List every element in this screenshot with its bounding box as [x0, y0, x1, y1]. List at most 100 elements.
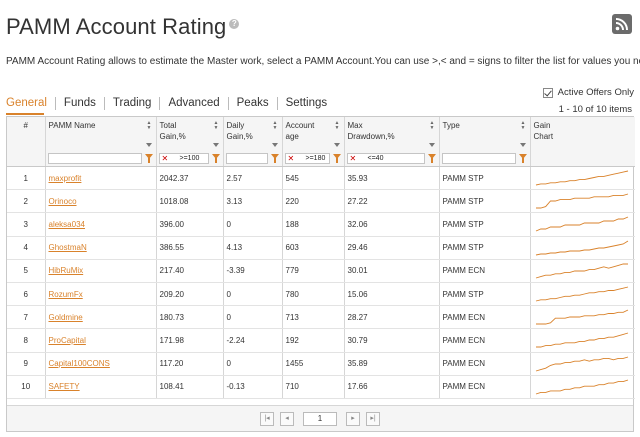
cell-max-drawdown: 35.93 — [344, 166, 440, 191]
pamm-name-link[interactable]: Capital100CONS — [49, 359, 110, 368]
filter-funnel-icon[interactable] — [270, 154, 279, 163]
filter-funnel-icon[interactable] — [211, 154, 220, 163]
col-header-max-drawdown[interactable]: Max Drawdown,% ▲ ▼ — [344, 117, 440, 151]
pamm-name-link[interactable]: Orinoco — [49, 197, 77, 206]
help-icon[interactable]: ? — [229, 18, 240, 29]
pamm-name-link[interactable]: GhostmaN — [49, 243, 87, 252]
col-num-label: # — [23, 121, 28, 130]
rating-grid: # PAMM Name ▲ ▼ Total Gain,% ▲ ▼ Daily Gain,% ▲… — [6, 116, 635, 432]
pamm-name-link[interactable]: ProCapital — [49, 336, 86, 345]
cell-account-age: 603 — [282, 236, 345, 260]
sort-arrows-icon[interactable]: ▲ ▼ — [147, 121, 152, 131]
cell-gain-chart — [530, 259, 635, 283]
table-row[interactable]: 3 aleksa034 396.00 0 188 32.06 PAMM STP — [7, 212, 635, 237]
filter-name-input[interactable] — [47, 153, 153, 164]
filter-funnel-icon[interactable] — [427, 154, 436, 163]
sort-arrows-icon[interactable]: ▲ ▼ — [335, 121, 340, 131]
active-offers-toggle[interactable]: Active Offers Only — [542, 87, 634, 98]
cell-max-drawdown: 28.27 — [344, 305, 440, 330]
gain-sparkline — [535, 193, 628, 209]
col-header-total-gain[interactable]: Total Gain,% ▲ ▼ — [156, 117, 224, 151]
cell-daily-gain: 0 — [223, 212, 283, 237]
table-row[interactable]: 5 HibRuMix 217.40 -3.39 779 30.01 PAMM ECN — [7, 259, 635, 283]
col-header-num: # — [7, 117, 46, 151]
pamm-name-link[interactable]: HibRuMix — [49, 266, 84, 275]
col-header-name[interactable]: PAMM Name ▲ ▼ — [45, 117, 157, 151]
filter-max-drawdown-input[interactable]: ✕ <=40 — [346, 153, 436, 164]
cell-account-age: 545 — [282, 166, 345, 191]
filter-total-gain-input[interactable]: ✕ >=100 — [158, 153, 220, 164]
table-row[interactable]: 2 Orinoco 1018.08 3.13 220 27.22 PAMM STP — [7, 189, 635, 214]
page-number-input[interactable]: 1 — [303, 411, 337, 426]
pamm-name-link[interactable]: maxprofit — [49, 174, 82, 183]
last-page-button[interactable]: ▸| — [366, 411, 380, 426]
tab-trading[interactable]: Trading — [113, 97, 161, 110]
col-header-account-age[interactable]: Account age ▲ ▼ — [282, 117, 345, 151]
tab-settings[interactable]: Settings — [286, 97, 336, 110]
sort-arrows-icon[interactable]: ▲ ▼ — [214, 121, 219, 131]
pamm-name-link[interactable]: aleksa034 — [49, 220, 85, 229]
table-row[interactable]: 4 GhostmaN 386.55 4.13 603 29.46 PAMM STP — [7, 236, 635, 260]
cell-name: Capital100CONS — [45, 352, 157, 376]
table-row[interactable]: 8 ProCapital 171.98 -2.24 192 30.79 PAMM ECN — [7, 328, 635, 353]
filter-daily-gain-input[interactable] — [225, 153, 279, 164]
tab-peaks[interactable]: Peaks — [237, 97, 278, 110]
pamm-name-link[interactable]: RozumFx — [49, 290, 83, 299]
next-page-button[interactable]: ▸ — [346, 411, 360, 426]
cell-type: PAMM ECN — [439, 375, 531, 399]
tab-advanced[interactable]: Advanced — [168, 97, 229, 110]
active-offers-checkbox[interactable] — [542, 87, 553, 98]
pamm-name-link[interactable]: SAFETY — [49, 382, 80, 391]
cell-account-age: 713 — [282, 305, 345, 330]
page-title: PAMM Account Rating? — [6, 14, 240, 40]
filter-funnel-icon[interactable] — [144, 154, 153, 163]
table-row[interactable]: 9 Capital100CONS 117.20 0 1455 35.89 PAMM ECN — [7, 352, 635, 376]
grid-body: 1 maxprofit 2042.37 2.57 545 35.93 PAMM STP 2 Or… — [7, 166, 635, 399]
cell-type: PAMM ECN — [439, 352, 531, 376]
cell-name: GhostmaN — [45, 236, 157, 260]
filter-funnel-icon[interactable] — [332, 154, 341, 163]
cell-gain-chart — [530, 212, 635, 237]
cell-daily-gain: 0 — [223, 282, 283, 307]
cell-account-age: 780 — [282, 282, 345, 307]
clear-filter-icon[interactable]: ✕ — [288, 154, 295, 163]
table-row[interactable]: 10 SAFETY 108.41 -0.13 710 17.66 PAMM ECN — [7, 375, 635, 399]
column-menu-icon[interactable] — [271, 143, 278, 147]
filter-funnel-icon[interactable] — [518, 154, 527, 163]
tab-general[interactable]: General — [6, 97, 56, 110]
filter-type-input[interactable] — [441, 153, 527, 164]
cell-type: PAMM STP — [439, 282, 531, 307]
gain-sparkline — [535, 240, 628, 256]
clear-filter-icon[interactable]: ✕ — [350, 154, 357, 163]
column-menu-icon[interactable] — [519, 143, 526, 147]
sparkline-series — [535, 193, 628, 209]
active-offers-label: Active Offers Only — [557, 87, 634, 98]
filter-account-age-input[interactable]: ✕ >=180 — [284, 153, 341, 164]
gain-sparkline — [535, 309, 628, 325]
cell-num: 7 — [7, 305, 46, 330]
col-header-type[interactable]: Type ▲ ▼ — [439, 117, 531, 151]
clear-filter-icon[interactable]: ✕ — [162, 154, 169, 163]
column-menu-icon[interactable] — [333, 143, 340, 147]
sort-arrows-icon[interactable]: ▲ ▼ — [430, 121, 435, 131]
cell-num: 6 — [7, 282, 46, 307]
first-page-button[interactable]: |◂ — [260, 411, 274, 426]
table-row[interactable]: 7 Goldmine 180.73 0 713 28.27 PAMM ECN — [7, 305, 635, 330]
rss-icon[interactable] — [612, 14, 632, 34]
col-max-drawdown-label: Max Drawdown,% — [347, 121, 395, 141]
cell-account-age: 220 — [282, 189, 345, 214]
column-menu-icon[interactable] — [428, 143, 435, 147]
sort-arrows-icon[interactable]: ▲ ▼ — [273, 121, 278, 131]
cell-max-drawdown: 30.01 — [344, 259, 440, 283]
column-menu-icon[interactable] — [212, 143, 219, 147]
cell-account-age: 779 — [282, 259, 345, 283]
tab-funds[interactable]: Funds — [64, 97, 105, 110]
table-row[interactable]: 6 RozumFx 209.20 0 780 15.06 PAMM STP — [7, 282, 635, 307]
col-header-daily-gain[interactable]: Daily Gain,% ▲ ▼ — [223, 117, 283, 151]
table-row[interactable]: 1 maxprofit 2042.37 2.57 545 35.93 PAMM STP — [7, 166, 635, 191]
pamm-name-link[interactable]: Goldmine — [49, 313, 83, 322]
cell-total-gain: 2042.37 — [156, 166, 224, 191]
sort-arrows-icon[interactable]: ▲ ▼ — [521, 121, 526, 131]
column-menu-icon[interactable] — [145, 143, 152, 147]
prev-page-button[interactable]: ◂ — [280, 411, 294, 426]
